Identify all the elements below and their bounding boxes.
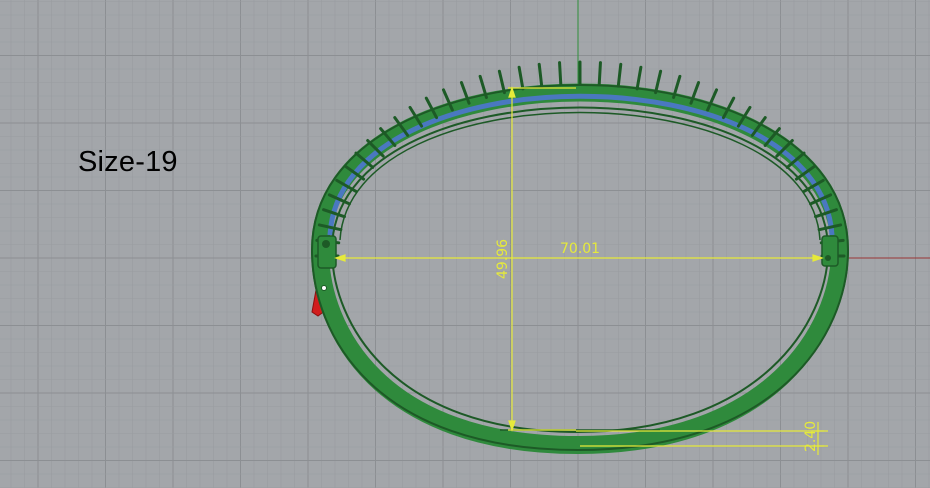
bangle-rib: [597, 61, 602, 87]
width-dimension-label: 70.01: [560, 241, 600, 257]
bangle-rib: [654, 69, 663, 95]
height-arrow-bottom: [508, 420, 516, 432]
lock-pin: [321, 285, 327, 291]
bangle-outer-band: [310, 83, 850, 455]
bangle-rib: [558, 61, 563, 87]
size-label: Size-19: [78, 146, 178, 178]
bangle-rib: [537, 62, 544, 88]
cad-viewport[interactable]: 70.01 49.96 2.40 Size-19: [0, 0, 930, 488]
bangle-rib: [497, 69, 506, 95]
bangle-rib: [517, 65, 525, 91]
hinge-pin-right: [825, 255, 831, 261]
bangle-blue-inlay: [327, 93, 835, 236]
thickness-dimension-label: 2.40: [803, 421, 819, 452]
height-dimension-label: 49.96: [495, 239, 511, 279]
hinge-pin: [322, 240, 330, 248]
viewport-canvas[interactable]: 70.01 49.96 2.40: [0, 0, 930, 488]
bangle-rib: [635, 65, 643, 91]
hinge-right[interactable]: [821, 235, 839, 267]
